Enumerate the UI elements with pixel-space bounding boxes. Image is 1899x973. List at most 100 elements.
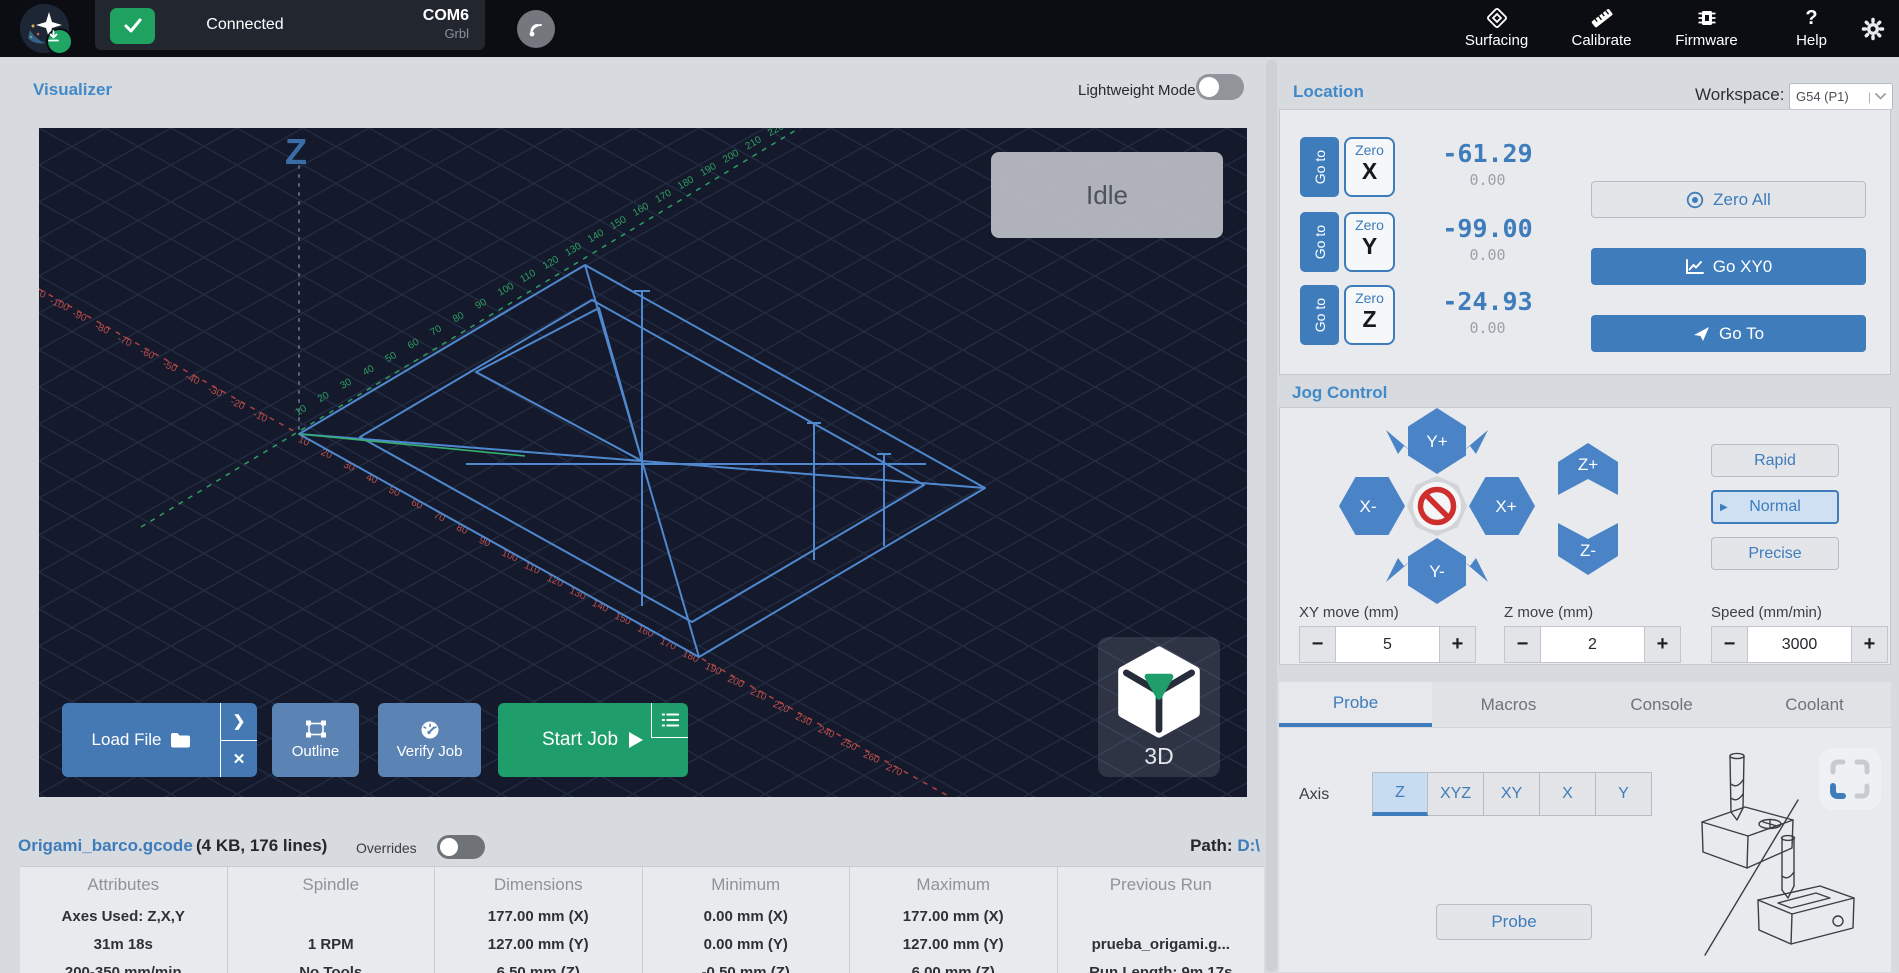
speed-input[interactable]: [1747, 627, 1852, 662]
x-work-position: -61.29: [1405, 139, 1570, 168]
overrides-toggle[interactable]: [437, 835, 485, 859]
x-machine-position: 0.00: [1405, 171, 1570, 189]
close-file-button[interactable]: ✕: [221, 740, 257, 778]
svg-text:Y-: Y-: [1429, 562, 1444, 581]
paper-plane-icon: [1693, 326, 1710, 342]
tab-probe[interactable]: Probe: [1279, 682, 1432, 727]
speed-decrement-button[interactable]: −: [1712, 627, 1747, 662]
jog-mode-rapid[interactable]: Rapid: [1711, 444, 1839, 477]
recent-files-chevron-button[interactable]: ❯: [221, 703, 257, 740]
outline-button[interactable]: Outline: [272, 703, 359, 777]
nav-help[interactable]: ? Help: [1759, 5, 1864, 49]
goto-z-button[interactable]: Go to: [1300, 285, 1339, 345]
goto-y-button[interactable]: Go to: [1300, 212, 1339, 272]
connection-port: COM6: [423, 7, 469, 25]
settings-button[interactable]: [1858, 14, 1888, 44]
speed-increment-button[interactable]: +: [1852, 627, 1887, 662]
path-value[interactable]: D:\: [1237, 836, 1260, 855]
probe-axis-y[interactable]: Y: [1596, 772, 1652, 816]
gcode-file-meta: (4 KB, 176 lines): [196, 836, 327, 856]
path-label: Path:: [1190, 836, 1233, 855]
connection-widget[interactable]: Connected COM6 Grbl: [95, 0, 485, 50]
svg-text:X+: X+: [1495, 497, 1516, 516]
probe-axis-z[interactable]: Z: [1372, 772, 1428, 816]
xy-move-input[interactable]: [1335, 627, 1440, 662]
tab-macros[interactable]: Macros: [1432, 682, 1585, 727]
zero-y-button[interactable]: Zero Y: [1344, 212, 1395, 272]
z-axis-label: Z: [285, 131, 307, 172]
workspace-value: G54 (P1): [1796, 89, 1849, 104]
stats-col-dimensions: Dimensions 177.00 mm (X) 127.00 mm (Y) 6…: [435, 867, 643, 973]
stats-col-minimum: Minimum 0.00 mm (X) 0.00 mm (Y) -0.50 mm…: [643, 867, 851, 973]
z-move-increment-button[interactable]: +: [1645, 627, 1680, 662]
goto-x-button[interactable]: Go to: [1300, 137, 1339, 197]
app-logo[interactable]: [20, 4, 69, 53]
jog-control-panel: Y+ Y- X- X+ Z+ Z- Rapid ▶ Normal Precise…: [1279, 407, 1891, 665]
nav-firmware[interactable]: Firmware: [1654, 5, 1759, 49]
z-move-stepper: Z move (mm) − +: [1504, 604, 1681, 663]
visualizer-canvas[interactable]: -110-100-90-80-70-60-50-40-30-20-1010203…: [39, 128, 1247, 797]
tool-tabs: Probe Macros Console Coolant: [1279, 682, 1891, 728]
start-job-label: Start Job: [542, 729, 618, 751]
list-icon: [660, 711, 680, 729]
location-title: Location: [1293, 82, 1364, 102]
target-icon: [1686, 191, 1704, 209]
go-xy0-button[interactable]: Go XY0: [1591, 248, 1866, 285]
svg-text:Z-: Z-: [1580, 541, 1596, 560]
svg-text:Y+: Y+: [1426, 432, 1447, 451]
probe-button[interactable]: Probe: [1436, 904, 1592, 940]
jog-mode-precise[interactable]: Precise: [1711, 537, 1839, 570]
stats-col-spindle: Spindle 1 RPM No Tools: [228, 867, 436, 973]
zero-z-button[interactable]: Zero Z: [1344, 285, 1395, 345]
probe-axis-xyz[interactable]: XYZ: [1428, 772, 1484, 816]
jog-stop-button[interactable]: [1407, 476, 1467, 536]
xy-move-increment-button[interactable]: +: [1440, 627, 1475, 662]
top-bar: Connected COM6 Grbl Surfacing Calibrate: [0, 0, 1899, 57]
jog-mode-normal[interactable]: ▶ Normal: [1711, 490, 1839, 524]
lightweight-mode-toggle[interactable]: [1196, 74, 1244, 100]
antenna-signal-icon: [525, 18, 547, 40]
workspace-select[interactable]: G54 (P1) |: [1789, 83, 1893, 110]
tab-console[interactable]: Console: [1585, 682, 1738, 727]
stats-col-previous-run: Previous Run prueba_origami.g... Run Len…: [1058, 867, 1265, 973]
y-work-position: -99.00: [1405, 214, 1570, 243]
job-checklist-button[interactable]: [651, 703, 688, 738]
z-move-input[interactable]: [1540, 627, 1645, 662]
jog-control-title: Jog Control: [1292, 383, 1387, 403]
z-move-decrement-button[interactable]: −: [1505, 627, 1540, 662]
nav-surfacing[interactable]: Surfacing: [1444, 5, 1549, 49]
verify-job-button[interactable]: Verify Job: [378, 703, 481, 777]
zero-x-button[interactable]: Zero X: [1344, 137, 1395, 197]
load-file-label: Load File: [92, 730, 162, 750]
probe-axis-x[interactable]: X: [1540, 772, 1596, 816]
question-icon: ?: [1759, 5, 1864, 31]
y-machine-position: 0.00: [1405, 246, 1570, 264]
corner-brackets-icon: [1819, 748, 1881, 810]
probe-panel: Axis Z XYZ XY X Y Probe: [1279, 728, 1891, 972]
probe-contact-indicator: [1819, 748, 1881, 810]
update-download-badge[interactable]: [46, 28, 73, 55]
gear-icon: [1860, 16, 1886, 42]
panel-scrollbar[interactable]: [1266, 60, 1277, 972]
go-to-button[interactable]: Go To: [1591, 315, 1866, 352]
load-file-button[interactable]: Load File ❯ ✕: [62, 703, 257, 777]
xy-move-decrement-button[interactable]: −: [1300, 627, 1335, 662]
lightweight-mode-label: Lightweight Mode: [1078, 82, 1196, 99]
probe-axis-xy[interactable]: XY: [1484, 772, 1540, 816]
probe-axis-label: Axis: [1299, 786, 1329, 804]
svg-text:X-: X-: [1360, 497, 1377, 516]
gcode-file-name[interactable]: Origami_barco.gcode: [18, 836, 193, 856]
nav-calibrate[interactable]: Calibrate: [1549, 5, 1654, 49]
stats-col-maximum: Maximum 177.00 mm (X) 127.00 mm (Y) 6.00…: [850, 867, 1058, 973]
location-panel: Go to Zero X -61.29 0.00 Go to Zero Y -9…: [1279, 109, 1891, 375]
outline-label: Outline: [292, 743, 340, 760]
play-icon: [628, 731, 644, 749]
machine-state-badge: Idle: [991, 152, 1223, 238]
stats-col-attributes: Attributes Axes Used: Z,X,Y 31m 18s 200-…: [20, 867, 228, 973]
zero-all-button[interactable]: Zero All: [1591, 181, 1866, 218]
start-job-button[interactable]: Start Job: [498, 703, 688, 777]
tab-coolant[interactable]: Coolant: [1738, 682, 1891, 727]
chip-icon: [1654, 5, 1759, 31]
disconnect-button[interactable]: [517, 10, 555, 48]
view-3d-button[interactable]: 3D: [1098, 637, 1220, 777]
